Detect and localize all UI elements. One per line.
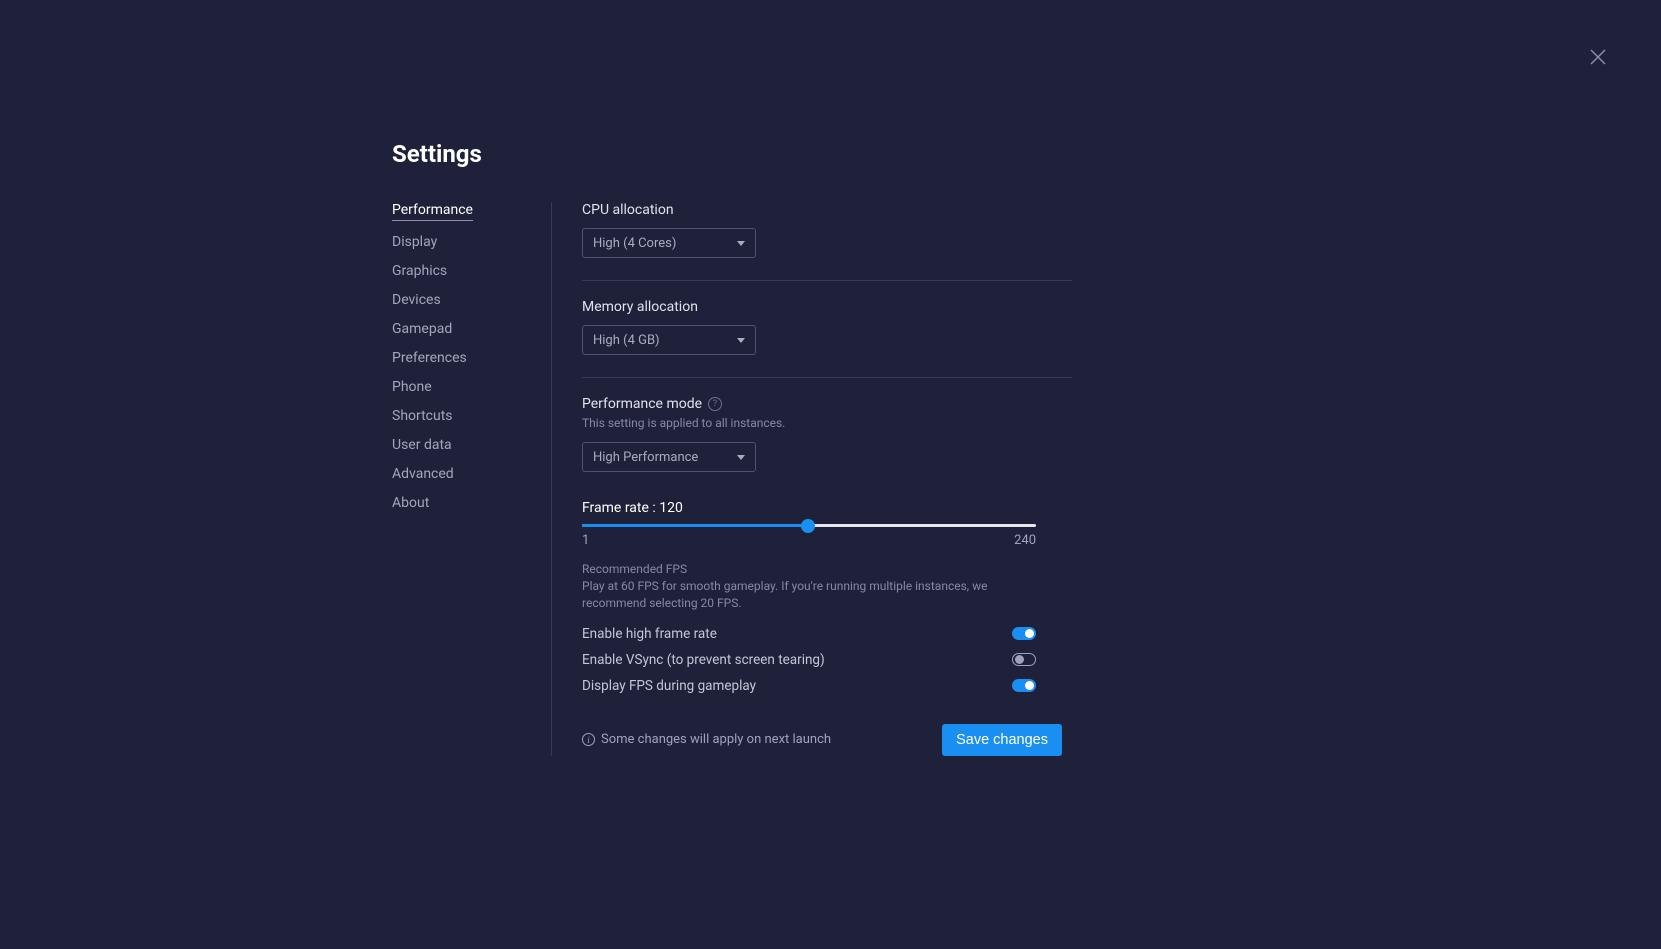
sidebar-item-gamepad[interactable]: Gamepad (392, 321, 452, 337)
chevron-down-icon (737, 241, 745, 246)
chevron-down-icon (737, 338, 745, 343)
sidebar-item-performance[interactable]: Performance (392, 202, 473, 221)
info-icon: i (582, 733, 595, 746)
cpu-allocation-label: CPU allocation (582, 202, 1072, 218)
recommended-fps-title: Recommended FPS (582, 562, 1072, 576)
performance-mode-value: High Performance (593, 450, 698, 465)
cpu-allocation-section: CPU allocation High (4 Cores) (582, 202, 1072, 281)
frame-rate-slider-fill (582, 524, 808, 527)
cpu-allocation-select[interactable]: High (4 Cores) (582, 228, 756, 258)
cpu-allocation-value: High (4 Cores) (593, 236, 676, 251)
frame-rate-slider[interactable] (582, 524, 1036, 527)
toggle-row-display-fps: Display FPS during gameplay (582, 678, 1036, 694)
sidebar-item-display[interactable]: Display (392, 234, 437, 250)
memory-allocation-value: High (4 GB) (593, 333, 660, 348)
frame-rate-slider-thumb[interactable] (801, 519, 815, 533)
sidebar-item-about[interactable]: About (392, 495, 429, 511)
sidebar-item-phone[interactable]: Phone (392, 379, 432, 395)
settings-sidebar: Performance Display Graphics Devices Gam… (392, 202, 552, 756)
performance-mode-label: Performance mode ? (582, 396, 1072, 412)
footer-note: i Some changes will apply on next launch (582, 732, 831, 747)
frame-rate-label: Frame rate : 120 (582, 500, 1072, 516)
close-button[interactable] (1589, 48, 1609, 68)
page-title: Settings (392, 140, 1072, 168)
toggle-row-high-frame-rate: Enable high frame rate (582, 626, 1036, 642)
memory-allocation-select[interactable]: High (4 GB) (582, 325, 756, 355)
vsync-toggle[interactable] (1012, 653, 1036, 666)
sidebar-item-graphics[interactable]: Graphics (392, 263, 447, 279)
vsync-label: Enable VSync (to prevent screen tearing) (582, 652, 825, 668)
performance-mode-section: Performance mode ? This setting is appli… (582, 396, 1072, 756)
frame-rate-max: 240 (1014, 533, 1036, 548)
memory-allocation-section: Memory allocation High (4 GB) (582, 299, 1072, 378)
high-frame-rate-label: Enable high frame rate (582, 626, 717, 642)
display-fps-label: Display FPS during gameplay (582, 678, 756, 694)
save-changes-button[interactable]: Save changes (942, 724, 1062, 756)
close-icon (1589, 48, 1607, 66)
sidebar-item-preferences[interactable]: Preferences (392, 350, 467, 366)
performance-mode-select[interactable]: High Performance (582, 442, 756, 472)
sidebar-item-shortcuts[interactable]: Shortcuts (392, 408, 453, 424)
display-fps-toggle[interactable] (1012, 679, 1036, 692)
memory-allocation-label: Memory allocation (582, 299, 1072, 315)
settings-content: CPU allocation High (4 Cores) Memory all… (552, 202, 1072, 756)
sidebar-item-advanced[interactable]: Advanced (392, 466, 454, 482)
toggle-row-vsync: Enable VSync (to prevent screen tearing) (582, 652, 1036, 668)
chevron-down-icon (737, 455, 745, 460)
recommended-fps-body: Play at 60 FPS for smooth gameplay. If y… (582, 578, 1036, 612)
performance-mode-sublabel: This setting is applied to all instances… (582, 416, 1072, 430)
sidebar-item-user-data[interactable]: User data (392, 437, 452, 453)
frame-rate-min: 1 (582, 533, 589, 548)
help-icon[interactable]: ? (708, 397, 722, 411)
sidebar-item-devices[interactable]: Devices (392, 292, 441, 308)
high-frame-rate-toggle[interactable] (1012, 627, 1036, 640)
